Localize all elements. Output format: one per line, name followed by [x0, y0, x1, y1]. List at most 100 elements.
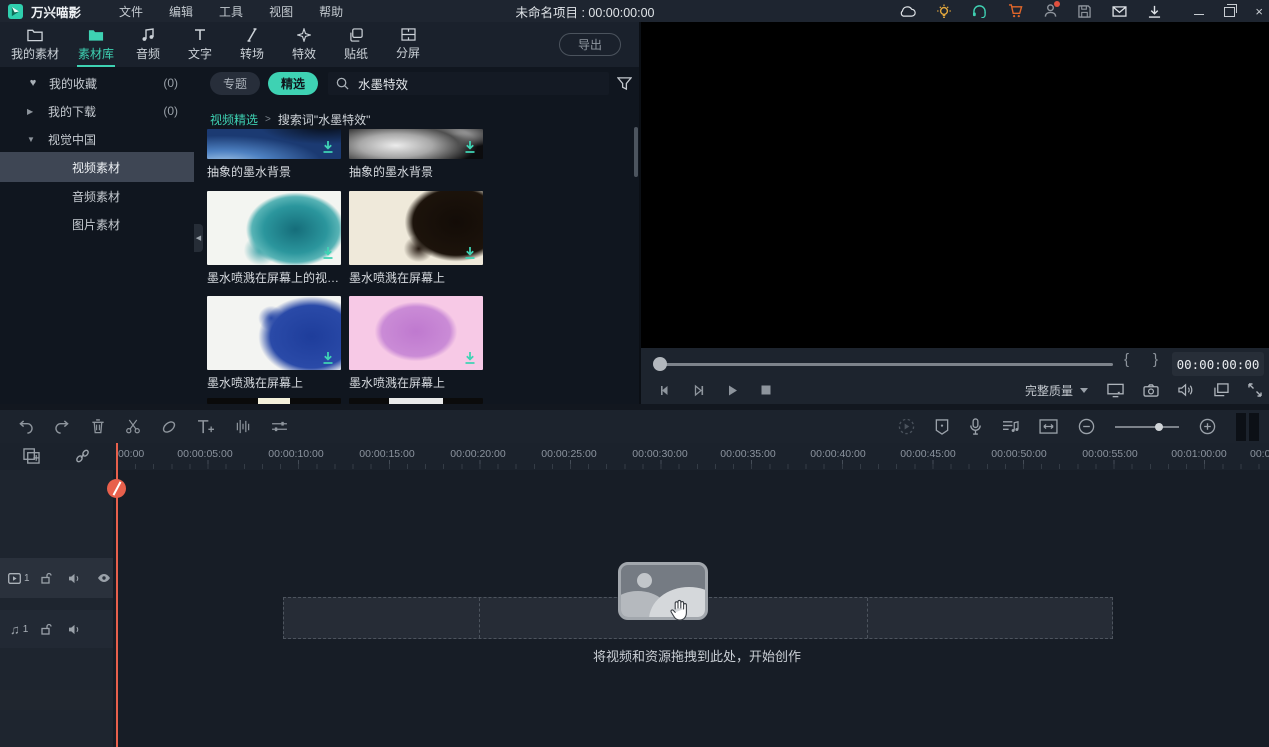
card-thumbnail[interactable]	[349, 296, 483, 370]
close-button[interactable]: ×	[1255, 5, 1263, 18]
quality-dropdown[interactable]: 完整质量	[1025, 382, 1088, 399]
headset-icon[interactable]	[972, 4, 987, 18]
split-scissors-icon[interactable]	[125, 419, 141, 434]
redo-icon[interactable]	[54, 420, 71, 434]
mute-track-icon[interactable]	[68, 573, 81, 584]
card-thumbnail[interactable]	[349, 191, 483, 265]
mark-out-button[interactable]: }	[1153, 351, 1158, 368]
sidebar-item-downloads[interactable]: ▶ 我的下载 (0)	[0, 97, 194, 125]
delete-icon[interactable]	[91, 419, 105, 434]
snapshot-camera-icon[interactable]	[1143, 384, 1159, 397]
download-badge-icon[interactable]	[463, 246, 477, 260]
menu-tools[interactable]: 工具	[219, 3, 243, 20]
menu-file[interactable]: 文件	[119, 3, 143, 20]
undo-icon[interactable]	[17, 420, 34, 434]
hide-track-eye-icon[interactable]	[97, 573, 111, 583]
play-button[interactable]	[726, 384, 739, 397]
tab-audio[interactable]: 音频	[122, 22, 174, 67]
timeline-zoom-slider[interactable]	[1115, 426, 1179, 428]
media-card[interactable]: 墨水喷溅在屏幕上	[349, 191, 483, 286]
cart-icon[interactable]	[1008, 4, 1023, 18]
minimize-button[interactable]	[1194, 4, 1204, 18]
display-device-icon[interactable]	[1107, 383, 1124, 398]
sidebar-item-favorites[interactable]: ♥ 我的收藏 (0)	[0, 69, 194, 97]
caret-right-icon[interactable]: ▶	[27, 107, 39, 116]
card-thumbnail[interactable]	[207, 296, 341, 370]
tab-my-media[interactable]: 我的素材	[0, 22, 70, 67]
media-card[interactable]: 抽象的墨水背景	[207, 129, 341, 180]
zoom-in-icon[interactable]	[1199, 418, 1216, 435]
mark-in-button[interactable]: {	[1124, 351, 1129, 368]
card-thumbnail[interactable]	[349, 129, 483, 159]
cloud-icon[interactable]	[899, 5, 916, 17]
fit-timeline-icon[interactable]	[1039, 419, 1058, 434]
filter-funnel-icon[interactable]	[609, 76, 639, 91]
record-voiceover-icon[interactable]	[969, 418, 982, 435]
audio-mixer-icon[interactable]	[235, 419, 251, 434]
timeline-ruler[interactable]: 00:00 00:00:05:00 00:00:10:00 00:00:15:0…	[0, 443, 1269, 470]
compare-frames-icon[interactable]	[1213, 383, 1229, 397]
link-clips-icon[interactable]	[74, 448, 91, 464]
marker-icon[interactable]	[161, 419, 177, 435]
sidebar-item-image-assets[interactable]: 图片素材	[0, 210, 194, 238]
media-card[interactable]: 墨水喷溅在屏幕上的视…	[207, 191, 341, 286]
sidebar-item-audio-assets[interactable]: 音频素材	[0, 182, 194, 210]
seek-track[interactable]	[660, 363, 1113, 366]
download-badge-icon[interactable]	[321, 140, 335, 154]
caret-down-icon[interactable]: ▼	[27, 135, 39, 144]
tab-text[interactable]: 文字	[174, 22, 226, 67]
tab-split-screen[interactable]: 分屏	[382, 22, 434, 67]
media-card[interactable]: 墨水喷溅在屏幕上	[207, 296, 341, 391]
stop-button[interactable]	[760, 384, 772, 396]
menu-edit[interactable]: 编辑	[169, 3, 193, 20]
mute-track-icon[interactable]	[68, 624, 81, 635]
audio-sync-icon[interactable]	[1002, 419, 1019, 434]
download-badge-icon[interactable]	[321, 351, 335, 365]
breadcrumb-root[interactable]: 视频精选	[210, 111, 258, 128]
adjust-sliders-icon[interactable]	[271, 420, 288, 433]
sidebar-item-vcg[interactable]: ▼ 视觉中国	[0, 125, 194, 153]
zoom-slider-knob[interactable]	[1155, 423, 1163, 431]
seek-handle[interactable]	[653, 357, 667, 371]
timeline-view-blocks[interactable]	[1236, 413, 1259, 441]
zoom-out-icon[interactable]	[1078, 418, 1095, 435]
download-badge-icon[interactable]	[463, 140, 477, 154]
maximize-button[interactable]	[1224, 6, 1235, 20]
featured-chip[interactable]: 精选	[268, 72, 318, 95]
keyframe-badge-icon[interactable]	[935, 419, 949, 435]
sidebar-item-video-assets[interactable]: 视频素材	[0, 152, 194, 182]
tab-transitions[interactable]: 转场	[226, 22, 278, 67]
lightbulb-icon[interactable]	[937, 4, 951, 19]
playhead-handle[interactable]	[107, 479, 126, 498]
fullscreen-icon[interactable]	[1248, 383, 1262, 397]
volume-icon[interactable]	[1178, 383, 1194, 397]
tab-stickers[interactable]: 贴纸	[330, 22, 382, 67]
search-box[interactable]	[328, 72, 609, 95]
media-card[interactable]: 墨水喷溅在屏幕上	[349, 296, 483, 391]
next-frame-button[interactable]	[692, 384, 705, 397]
export-button[interactable]: 导出	[559, 33, 621, 56]
lock-track-icon[interactable]	[40, 623, 52, 635]
download-icon[interactable]	[1148, 5, 1161, 18]
lock-track-icon[interactable]	[40, 572, 52, 584]
topic-chip[interactable]: 专题	[210, 72, 260, 95]
save-icon[interactable]	[1078, 5, 1091, 18]
tab-media-library[interactable]: 素材库	[70, 22, 122, 67]
download-badge-icon[interactable]	[463, 351, 477, 365]
mail-icon[interactable]	[1112, 6, 1127, 17]
search-input[interactable]	[356, 75, 601, 91]
tab-effects[interactable]: 特效	[278, 22, 330, 67]
account-icon[interactable]	[1044, 4, 1057, 18]
previous-frame-button[interactable]	[658, 384, 671, 397]
render-preview-icon[interactable]	[898, 418, 915, 435]
add-text-icon[interactable]	[197, 419, 215, 434]
preview-video-area[interactable]	[641, 22, 1269, 348]
scrollbar-thumb[interactable]	[634, 127, 638, 177]
download-badge-icon[interactable]	[321, 246, 335, 260]
add-track-icon[interactable]	[23, 448, 40, 464]
card-thumbnail[interactable]	[207, 191, 341, 265]
menu-view[interactable]: 视图	[269, 3, 293, 20]
media-card[interactable]: 抽象的墨水背景	[349, 129, 483, 180]
card-thumbnail[interactable]	[207, 129, 341, 159]
menu-help[interactable]: 帮助	[319, 3, 343, 20]
